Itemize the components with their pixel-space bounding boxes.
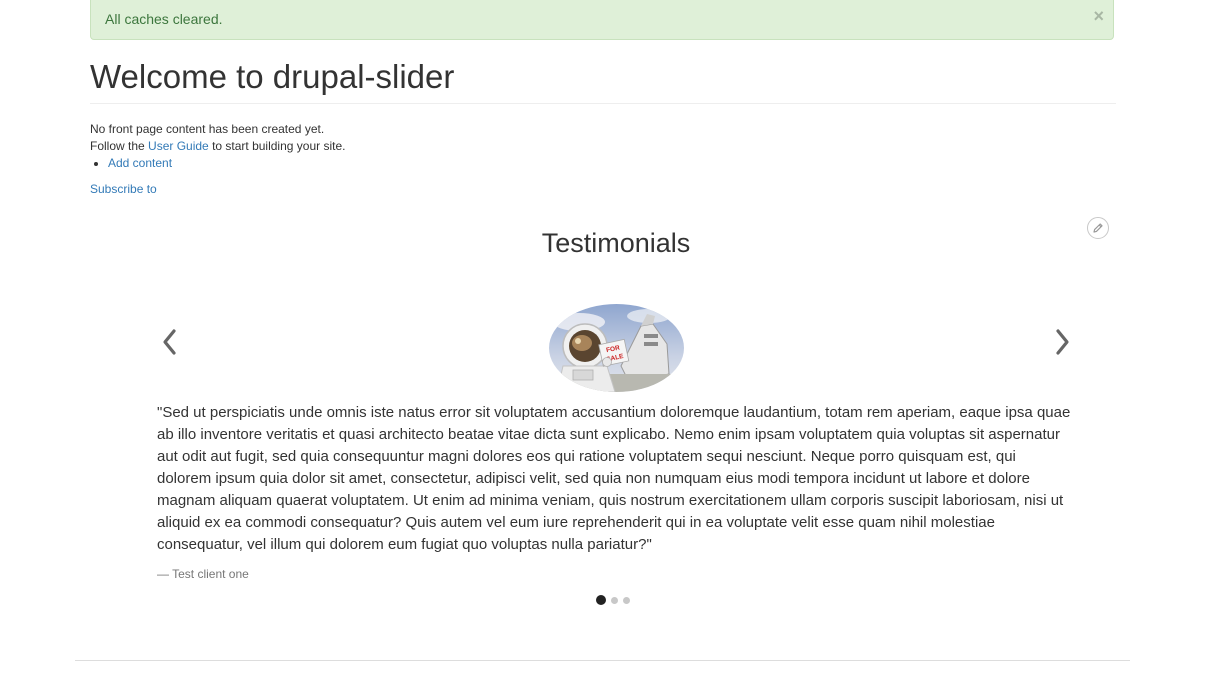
chevron-left-icon xyxy=(163,329,176,355)
testimonials-title: Testimonials xyxy=(541,228,691,258)
add-content-link[interactable]: Add content xyxy=(108,156,172,170)
slider-prev-button[interactable] xyxy=(157,327,181,357)
alert-close-button[interactable]: × xyxy=(1093,7,1104,25)
follow-suffix: to start building your site. xyxy=(208,139,346,153)
title-divider xyxy=(90,103,1116,104)
astronaut-photo: FOR SALE xyxy=(549,304,684,392)
list-item: Add content xyxy=(108,155,345,172)
slider-dot-3[interactable] xyxy=(623,596,630,604)
action-list: Add content xyxy=(90,155,345,172)
testimonial-client: — Test client one xyxy=(157,567,249,581)
front-page-intro: No front page content has been created y… xyxy=(90,121,345,172)
subscribe-link[interactable]: Subscribe to xyxy=(90,181,157,198)
testimonial-avatar: FOR SALE xyxy=(549,304,684,392)
slider-dot-1[interactable] xyxy=(596,595,606,605)
status-alert: All caches cleared. × xyxy=(90,0,1114,40)
follow-prefix: Follow the xyxy=(90,139,149,153)
testimonial-quote: "Sed ut perspiciatis unde omnis iste nat… xyxy=(157,404,1071,553)
slider-next-button[interactable] xyxy=(1051,327,1075,357)
footer-divider xyxy=(75,660,1130,661)
slider-dot-2[interactable] xyxy=(611,596,618,604)
chevron-right-icon xyxy=(1056,329,1069,355)
no-content-text: No front page content has been created y… xyxy=(90,122,325,136)
page-title: Welcome to drupal-slider xyxy=(90,58,455,95)
alert-message: All caches cleared. xyxy=(105,11,223,27)
slider-pagination xyxy=(596,595,630,605)
user-guide-link[interactable]: User Guide xyxy=(148,139,209,153)
follow-text: Follow the User Guide to start building … xyxy=(90,138,345,155)
